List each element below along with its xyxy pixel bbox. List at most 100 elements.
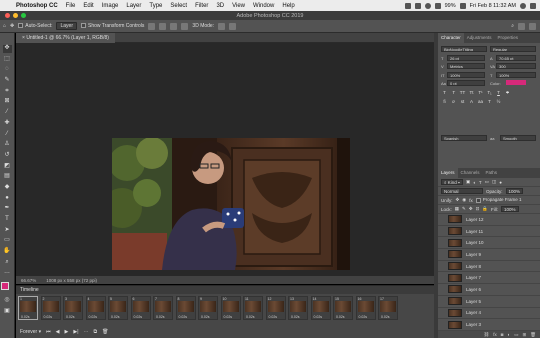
workspace-icon[interactable] [518, 22, 525, 30]
brush-tool-icon[interactable]: ⁄ [3, 131, 12, 139]
eraser-tool-icon[interactable]: ◩ [3, 163, 12, 171]
timeline-frame[interactable]: 4 0.02s [85, 296, 106, 320]
superscript-button[interactable]: T¹ [477, 90, 484, 95]
layer-name[interactable]: Layer 5 [466, 299, 481, 304]
filter-shape-icon[interactable]: ▭ [485, 179, 489, 185]
fill-field[interactable]: 100% [500, 206, 519, 212]
frame-delay[interactable]: 0.02s [44, 315, 53, 319]
vertical-scale-field[interactable]: 100% [447, 72, 485, 78]
menu-file[interactable]: File [62, 3, 80, 9]
zoom-level[interactable]: 66.67% [21, 278, 36, 283]
timeline-title[interactable]: Timeline [16, 286, 434, 294]
path-select-tool-icon[interactable]: ➤ [3, 227, 12, 235]
clock[interactable]: Fri Feb 8 11:32 AM [470, 3, 516, 9]
tab-adjustments[interactable]: Adjustments [464, 33, 495, 43]
notification-center-icon[interactable] [530, 2, 536, 9]
tab-layers[interactable]: Layers [438, 168, 458, 178]
dodge-tool-icon[interactable]: ● [3, 195, 12, 203]
previous-frame-icon[interactable]: ◀ [56, 329, 60, 335]
type-tool-icon[interactable]: T [3, 216, 12, 224]
layer-row[interactable]: Layer 3 [438, 319, 540, 331]
share-icon[interactable] [529, 22, 536, 30]
layer-name[interactable]: Layer 9 [466, 252, 481, 257]
more-tools-icon[interactable]: … [3, 269, 12, 277]
distribute-icon[interactable] [181, 22, 189, 30]
unify-visibility-icon[interactable]: ◉ [462, 197, 466, 203]
propagate-frame-checkbox[interactable]: Propagate Frame 1 [475, 197, 522, 203]
menu-help[interactable]: Help [278, 3, 298, 9]
menu-layer[interactable]: Layer [122, 3, 145, 9]
layer-name[interactable]: Layer 3 [466, 322, 481, 327]
healing-brush-tool-icon[interactable]: ✚ [3, 120, 12, 128]
small-caps-button[interactable]: Tt [468, 90, 475, 95]
layer-row[interactable]: Layer 8 [438, 261, 540, 273]
menu-image[interactable]: Image [98, 3, 123, 9]
minimize-window-button[interactable] [13, 13, 18, 18]
auto-select-dropdown[interactable]: Layer [56, 22, 77, 30]
timeline-frame[interactable]: 16 0.02s [355, 296, 376, 320]
font-style-select[interactable]: Regular [490, 46, 536, 52]
marquee-tool-icon[interactable]: ⬚ [3, 56, 12, 64]
menu-window[interactable]: Window [249, 3, 278, 9]
timeline-frame[interactable]: 10 0.02s [220, 296, 241, 320]
all-caps-button[interactable]: TT [459, 90, 466, 95]
text-color-swatch[interactable] [506, 80, 526, 85]
tween-icon[interactable]: ⋯ [84, 329, 89, 335]
canvas-area[interactable] [16, 43, 434, 276]
new-group-icon[interactable]: ▭ [514, 332, 518, 338]
tracking-field[interactable]: 300 [496, 63, 536, 69]
lasso-tool-icon[interactable]: ◌ [3, 66, 12, 74]
lock-pixels-icon[interactable]: ✎ [462, 206, 466, 212]
timeline-frame[interactable]: 5 0.02s [108, 296, 128, 320]
faux-bold-button[interactable]: T [441, 90, 448, 95]
layer-row[interactable]: Layer 5 [438, 296, 540, 308]
layer-name[interactable]: Layer 4 [466, 310, 481, 315]
zoom-tool-icon[interactable]: ⌕ [3, 259, 12, 267]
timeline-frame[interactable]: 7 0.02s [153, 296, 173, 320]
frame-delay[interactable]: 0.02s [111, 315, 120, 319]
creative-cloud-icon[interactable] [404, 2, 411, 9]
ordinals-button[interactable]: T [486, 99, 493, 104]
next-frame-icon[interactable]: ▶| [73, 329, 78, 335]
rectangle-tool-icon[interactable]: ▭ [3, 237, 12, 245]
layer-row[interactable]: Layer 6 [438, 284, 540, 296]
timeline-frame[interactable]: 9 0.02s [198, 296, 218, 320]
fractions-button[interactable]: ½ [495, 99, 502, 104]
unify-position-icon[interactable]: ✥ [456, 197, 460, 203]
layer-row[interactable]: Layer 11 [438, 226, 540, 238]
play-icon[interactable]: ▶ [65, 329, 69, 335]
battery-percent[interactable]: 99% [445, 3, 456, 9]
filter-type-icon[interactable]: T [479, 180, 482, 185]
strikethrough-button[interactable]: T [504, 90, 511, 95]
frame-delay[interactable]: 0.02s [66, 315, 75, 319]
frame-delay[interactable]: 0.02s [359, 315, 368, 319]
baseline-shift-field[interactable]: 0 pt [447, 80, 485, 86]
layer-name[interactable]: Layer 11 [466, 229, 483, 234]
frame-delay[interactable]: 0.02s [89, 315, 98, 319]
home-icon[interactable]: ⌂ [3, 23, 6, 29]
color-swatches[interactable] [1, 282, 13, 295]
underline-button[interactable]: T [495, 90, 502, 95]
layer-row[interactable]: Layer 4 [438, 308, 540, 320]
timeline-frame[interactable]: 8 0.02s [175, 296, 196, 320]
lock-position-icon[interactable]: ✥ [469, 206, 473, 212]
link-layers-icon[interactable]: ⛓ [484, 332, 490, 338]
frame-delay[interactable]: 0.02s [156, 315, 165, 319]
horizontal-scale-field[interactable]: 100% [496, 72, 536, 78]
font-family-select[interactable]: BigNoodleTitling [441, 46, 487, 52]
volume-icon[interactable] [434, 2, 441, 9]
font-size-field[interactable]: 26 pt [447, 55, 485, 61]
timeline-frame[interactable]: 15 0.02s [333, 296, 353, 320]
loop-options-dropdown[interactable]: Forever ▾ [20, 329, 41, 335]
frame-delay[interactable]: 0.02s [134, 315, 143, 319]
tab-character[interactable]: Character [438, 33, 464, 43]
frame-delay[interactable]: 0.02s [179, 315, 188, 319]
menu-filter[interactable]: Filter [191, 3, 212, 9]
battery-icon[interactable] [459, 2, 466, 9]
pen-tool-icon[interactable]: ✒ [3, 205, 12, 213]
document-tab[interactable]: × Untitled-1 @ 66.7% (Layer 1, RGB/8) [16, 33, 115, 43]
layer-style-icon[interactable]: fx [493, 332, 497, 337]
align-center-icon[interactable] [159, 22, 167, 30]
timeline-frame[interactable]: 1 0.02s [18, 296, 38, 320]
add-mask-icon[interactable]: ◙ [501, 332, 504, 337]
